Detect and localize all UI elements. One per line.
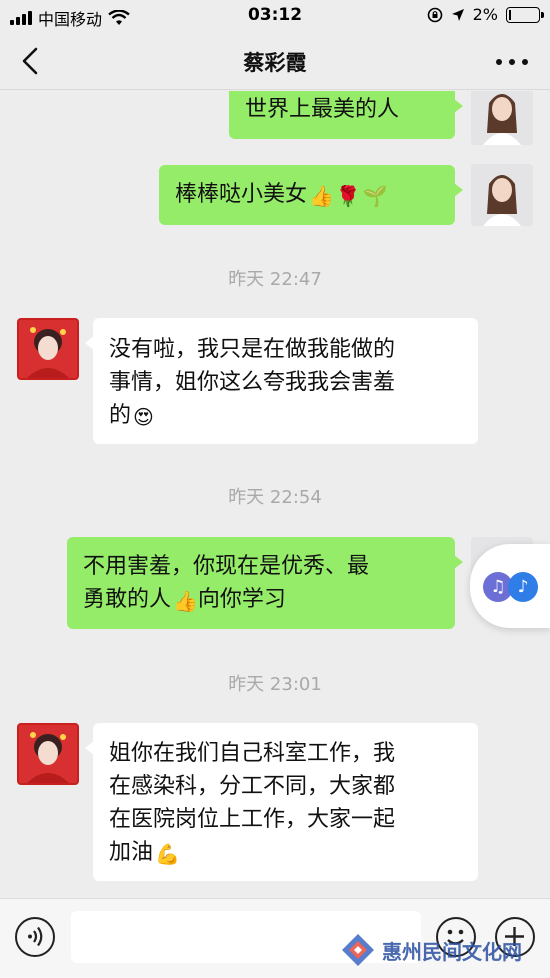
music-note-icon: ♪: [508, 572, 538, 602]
location-icon: [451, 8, 464, 21]
avatar-photo-contact: [19, 725, 77, 783]
message-line: 在感染科，分工不同，大家都: [109, 774, 396, 799]
message-bubble-incoming[interactable]: 没有啦，我只是在做我能做的 事情，姐你这么夸我我会害羞 的 😍: [85, 318, 478, 444]
message-text: 棒棒哒小美女: [175, 182, 308, 207]
message-line: 的: [109, 403, 132, 428]
chat-title: 蔡彩霞: [243, 51, 307, 75]
message-text: 世界上最美的人: [245, 97, 400, 122]
floating-music-widget[interactable]: ♫ ♪: [470, 544, 550, 628]
timestamp: 昨天 22:54: [228, 487, 322, 508]
message-line: 勇敢的人: [83, 587, 172, 612]
message-line: 姐你在我们自己科室工作，我: [109, 741, 396, 766]
thumbs-up-icon: 👍: [309, 184, 334, 208]
message-bubble-outgoing[interactable]: 世界上最美的人: [229, 91, 463, 139]
avatar-contact[interactable]: [17, 723, 79, 785]
watermark-text: 惠州民间文化网: [382, 939, 522, 964]
status-right-group: 2%: [427, 5, 544, 24]
battery-icon: [506, 6, 544, 23]
rose-icon: 🌹: [335, 184, 361, 208]
message-bubble-incoming[interactable]: 姐你在我们自己科室工作，我 在感染科，分工不同，大家都 在医院岗位上工作，大家一…: [85, 723, 478, 881]
avatar-photo-self: [471, 164, 533, 226]
more-button[interactable]: [496, 52, 528, 72]
message-line: 在医院岗位上工作，大家一起: [109, 807, 396, 832]
message-line: 没有啦，我只是在做我能做的: [109, 337, 396, 362]
battery-percent: 2%: [472, 5, 498, 24]
message-line: 向你学习: [197, 587, 286, 612]
timestamp: 昨天 22:47: [228, 269, 322, 290]
watermark: 惠州民间文化网: [340, 930, 522, 970]
avatar-self[interactable]: [471, 164, 533, 226]
voice-button[interactable]: [15, 917, 55, 957]
rotation-lock-icon: [427, 7, 442, 22]
message-line: 事情，姐你这么夸我我会害羞: [109, 370, 396, 395]
thumbs-up-icon: 👍: [173, 589, 198, 613]
flexed-bicep-icon: 💪: [155, 842, 180, 866]
avatar-self[interactable]: [471, 91, 533, 145]
voice-icon: [28, 926, 43, 947]
chat-area[interactable]: 世界上最美的人 棒棒哒小美女 👍 🌹 🌱 昨天 22:47 没有啦，我只是在做我…: [0, 91, 550, 898]
timestamp: 昨天 23:01: [228, 674, 322, 695]
watermark-logo-icon: [340, 932, 376, 968]
message-bubble-outgoing[interactable]: 不用害羞，你现在是优秀、最 勇敢的人 👍向你学习: [67, 537, 463, 629]
avatar-photo-contact: [19, 320, 77, 378]
message-line: 加油: [109, 840, 154, 865]
message-bubble-outgoing[interactable]: 棒棒哒小美女 👍 🌹 🌱: [159, 165, 463, 225]
status-bar: 中国移动 03:12 2%: [0, 0, 550, 32]
avatar-contact[interactable]: [17, 318, 79, 380]
more-dots-icon: [496, 59, 502, 65]
heart-eyes-emoji-icon: 😍: [133, 405, 154, 429]
sprout-icon: 🌱: [362, 184, 388, 208]
message-line: 不用害羞，你现在是优秀、最: [83, 554, 370, 579]
avatar-photo-self: [471, 91, 533, 145]
nav-bar: 蔡彩霞: [0, 32, 550, 90]
